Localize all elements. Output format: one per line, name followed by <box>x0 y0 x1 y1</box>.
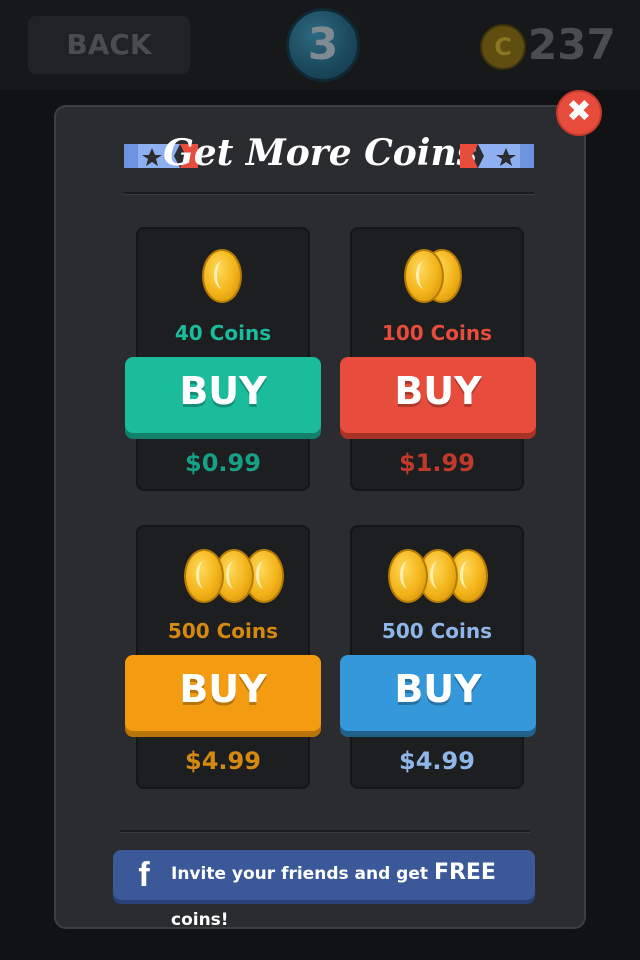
pack-label: 500 Coins <box>381 619 493 643</box>
pack-label: 40 Coins <box>174 321 272 345</box>
pack-price: $4.99 <box>399 747 475 775</box>
footer-divider <box>120 830 530 833</box>
invite-text-before: Invite your friends and get <box>171 864 434 884</box>
coin-balance-amount: 237 <box>528 20 616 69</box>
buy-button-500-coins-blue[interactable]: BUY <box>340 655 536 731</box>
back-button[interactable]: BACK <box>28 16 190 74</box>
pack-price: $1.99 <box>399 449 475 477</box>
facebook-invite-text: Invite your friends and get FREE coins! <box>171 850 535 930</box>
invite-text-after: coins! <box>171 910 229 930</box>
close-icon[interactable]: ✖ <box>556 90 602 136</box>
top-bar: BACK 3 C 237 <box>0 0 640 90</box>
modal-title: Get More Coins <box>163 132 477 174</box>
coin-icon: C <box>480 24 526 70</box>
pack-label: 500 Coins <box>167 619 279 643</box>
invite-text-free: FREE <box>433 860 496 885</box>
ribbon-star-right-icon <box>460 144 534 168</box>
facebook-icon: f <box>138 856 150 894</box>
pack-price: $0.99 <box>185 449 261 477</box>
level-globe-icon: 3 <box>286 8 360 82</box>
pack-label: 100 Coins <box>381 321 493 345</box>
title-divider <box>124 192 534 195</box>
pack-price: $4.99 <box>185 747 261 775</box>
buy-button-100-coins[interactable]: BUY <box>340 357 536 433</box>
buy-button-500-coins-orange[interactable]: BUY <box>125 655 321 731</box>
facebook-invite-button[interactable]: f Invite your friends and get FREE coins… <box>113 850 535 930</box>
buy-button-40-coins[interactable]: BUY <box>125 357 321 433</box>
